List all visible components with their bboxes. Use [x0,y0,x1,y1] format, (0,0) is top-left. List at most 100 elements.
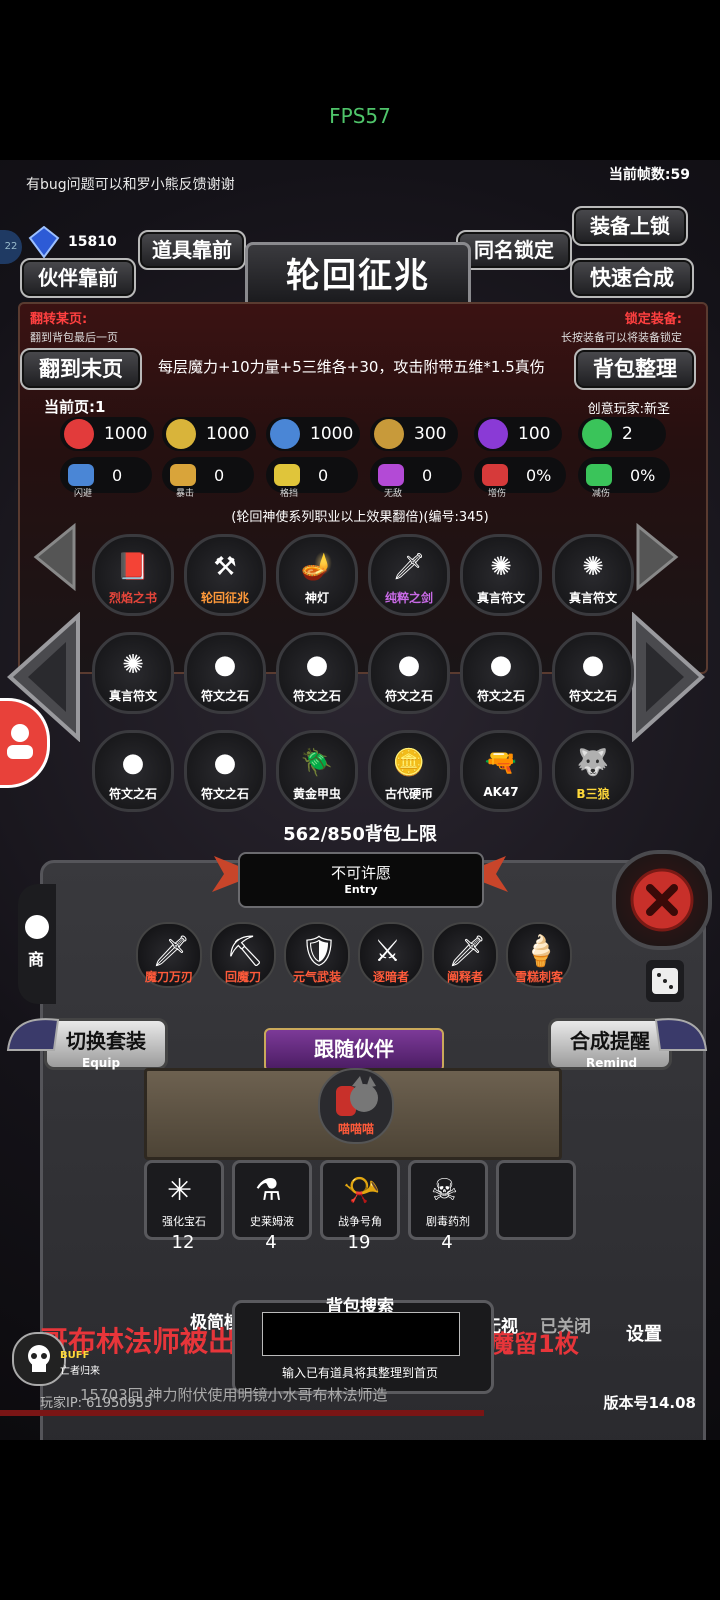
item-name: B三狼 [576,787,610,801]
stat-label: 减伤 [591,489,610,499]
bag-sort-button[interactable]: 背包整理 [574,348,696,390]
stat-value: 300 [414,424,447,444]
equipment-icon: ⛏ [226,934,265,969]
inventory-slot[interactable]: 🪙 古代硬币 [368,730,450,812]
equipment-slot[interactable]: 🛡 元气武装 [284,922,350,988]
inventory-slot[interactable]: ● 符文之石 [460,632,542,714]
equipment-slot[interactable]: 🍦 雪糕刺客 [506,922,572,988]
settings-label[interactable]: 设置 [626,1320,662,1346]
inventory-slot[interactable]: ⚒ 轮回征兆 [184,534,266,616]
stat-label: 无敌 [383,489,402,499]
equipment-slot[interactable]: 🗡 阐释者 [432,922,498,988]
inventory-slot[interactable]: ● 符文之石 [184,632,266,714]
entry-box[interactable]: 不可许愿 Entry [238,852,484,908]
partner-front-button[interactable]: 伙伴靠前 [20,258,136,298]
item-description: 每层魔力+10力量+5三维各+30，攻击附带五维*1.5真伤 [158,358,545,376]
last-page-button[interactable]: 翻到末页 [20,348,142,390]
user-icon [7,724,33,759]
prev-small-arrow-icon[interactable] [32,522,78,592]
stat-block: 格挡 0 [266,457,358,499]
inventory-slot[interactable]: 🐺 B三狼 [552,730,634,812]
stat-crit: 暴击 0 [162,457,254,499]
item-icon: ● [305,650,329,680]
inventory-slot[interactable]: ● 符文之石 [552,632,634,714]
item-name: 真言符文 [568,591,617,605]
buff-sub: 亡者归来 [60,1366,100,1377]
inventory-slot[interactable]: ● 符文之石 [276,632,358,714]
inventory-slot[interactable]: ● 符文之石 [368,632,450,714]
pet-icon [336,1076,378,1116]
item-name: 符文之石 [200,689,249,703]
consumable-name: 战争号角 [338,1215,382,1228]
item-name: AK47 [483,785,519,799]
player-ip: 玩家IP: 61950955 [40,1396,153,1411]
pet-slot[interactable]: 喵喵喵 [318,1068,394,1144]
item-name: 符文之石 [384,689,433,703]
item-icon: ✺ [582,552,604,582]
item-icon: ⚒ [213,552,237,582]
consumable-slot[interactable]: ⚗ 史莱姆液 [232,1160,312,1240]
item-name: 符文之石 [568,689,617,703]
inventory-slot[interactable]: ✺ 真言符文 [552,534,634,616]
item-icon: 🪙 [392,748,426,778]
quick-synth-button[interactable]: 快速合成 [570,258,694,298]
item-name: 符文之石 [292,689,341,703]
item-icon: 📕 [116,552,150,582]
helmet-icon [270,419,300,449]
close-button[interactable] [612,850,712,950]
stat-value: 0% [526,465,552,485]
inventory-slot[interactable]: ● 符文之石 [92,730,174,812]
stat-damage-up: 增伤 0% [474,457,566,499]
dice-icon[interactable] [646,960,684,1002]
next-small-arrow-icon[interactable] [634,522,680,592]
stat-value: 1000 [310,424,354,444]
shop-side-button[interactable]: 商 [18,884,56,1004]
currency-value: 15810 [68,234,117,250]
inventory-slot[interactable]: ● 符文之石 [184,730,266,812]
next-page-arrow-icon[interactable] [630,611,706,743]
inventory-slot[interactable]: 🪔 神灯 [276,534,358,616]
item-icon: ● [397,650,421,680]
inventory-slot[interactable]: 🪲 黄金甲虫 [276,730,358,812]
inventory-slot[interactable]: 📕 烈焰之书 [92,534,174,616]
heart-icon [64,419,94,449]
same-name-lock-button[interactable]: 同名锁定 [456,230,572,270]
stat-armor: 1000 [162,417,256,451]
stat-heart: 1000 [60,417,154,451]
equipment-slot[interactable]: ⛏ 回魔刀 [210,922,276,988]
stat-value: 0 [422,465,433,485]
invincible-icon: 无敌 [376,460,406,499]
item-icon: ● [121,748,145,778]
search-input[interactable] [262,1312,460,1356]
inventory-slot[interactable]: 🔫 AK47 [460,730,542,812]
stat-dodge: 闪避 0 [60,457,152,499]
equipment-slot[interactable]: ⚔ 逐暗者 [358,922,424,988]
switch-set-sub: Equip [82,1056,121,1070]
item-icon: ● [581,650,605,680]
follow-partner-button[interactable]: 跟随伙伴 [264,1028,444,1072]
equip-lock-button[interactable]: 装备上锁 [572,206,688,246]
buff-button[interactable] [12,1332,66,1386]
stat-invincible: 无敌 0 [370,457,462,499]
consumable-count: 12 [171,1232,195,1253]
item-icon: 🐺 [576,748,610,778]
consumable-icon: 📯 [343,1173,381,1208]
consumable-slot[interactable]: ✳ 强化宝石 [144,1160,224,1240]
lightning-icon [478,419,508,449]
consumable-slot[interactable]: 📯 战争号角 [320,1160,400,1240]
item-front-button[interactable]: 道具靠前 [138,230,246,270]
inventory-slot[interactable]: 🗡 纯粹之剑 [368,534,450,616]
inventory-slot[interactable]: ✺ 真言符文 [92,632,174,714]
consumable-slot[interactable] [496,1160,576,1240]
item-icon: 🔫 [484,748,518,778]
equipment-slot[interactable]: 🗡 魔刀万刃 [136,922,202,988]
consumable-name: 强化宝石 [162,1215,206,1228]
inventory-slot[interactable]: ✺ 真言符文 [460,534,542,616]
helmet-left-icon [4,1010,62,1060]
helmet-right-icon [652,1010,710,1060]
frame-rate-label: 当前帧数:59 [608,167,690,183]
item-name: 纯粹之剑 [384,591,433,605]
consumable-slot[interactable]: ☠ 剧毒药剂 [408,1160,488,1240]
lock-equip-label: 锁定装备: [624,312,682,327]
shop-label: 商 [28,950,45,969]
